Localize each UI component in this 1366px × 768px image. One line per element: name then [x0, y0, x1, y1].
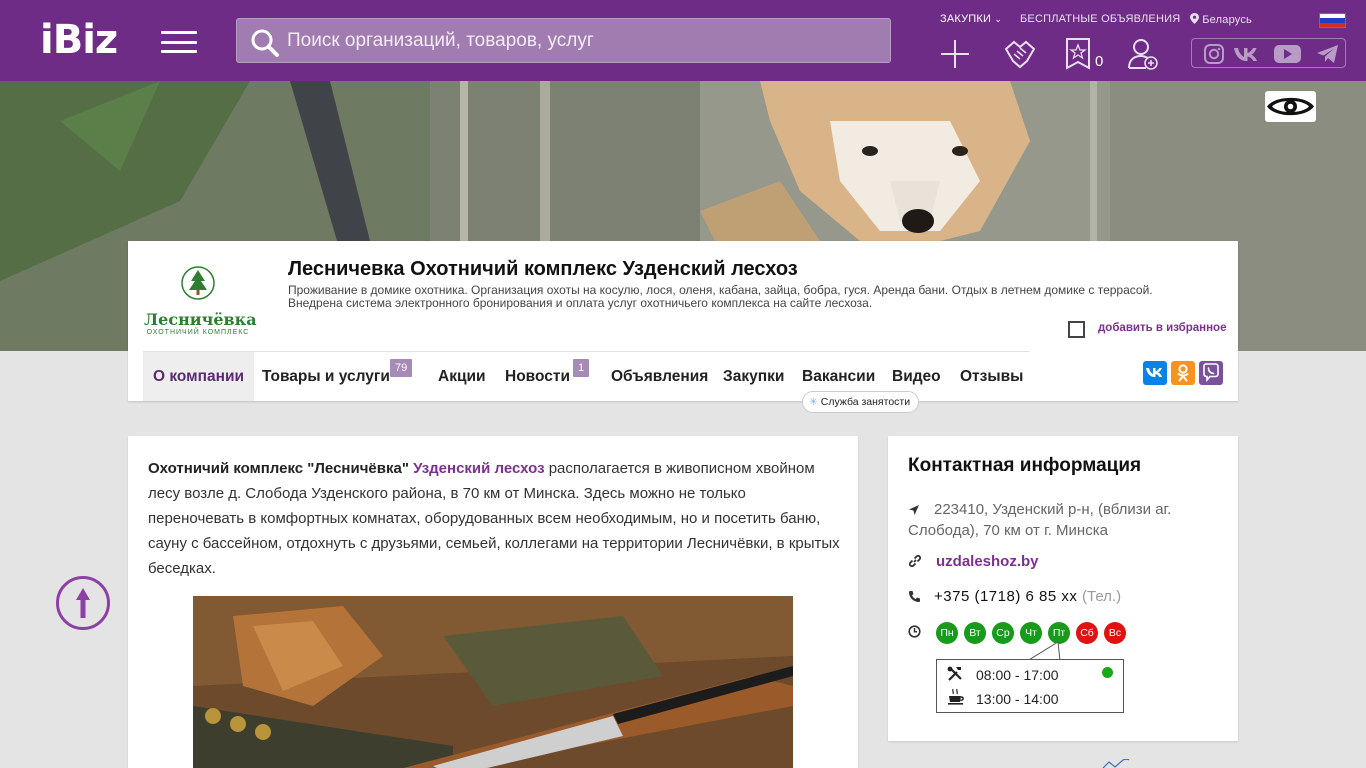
share-odnoklassniki-icon[interactable]	[1171, 361, 1195, 385]
day-thu: Чт	[1020, 622, 1042, 644]
company-logo-subtitle: ОХОТНИЧИЙ КОМПЛЕКС	[146, 329, 250, 336]
company-logo[interactable]: Лесничёвка ОХОТНИЧИЙ КОМПЛЕКС	[144, 255, 257, 351]
tab-reviews[interactable]: Отзывы	[960, 352, 1023, 401]
phone-icon	[909, 591, 920, 602]
contact-phone[interactable]: +375 (1718) 6 85 xx (Тел.)	[934, 588, 1121, 605]
about-paragraph: Охотничий комплекс "Лесничёвка" Узденски…	[148, 456, 843, 581]
search-box	[236, 18, 891, 63]
news-count-badge: 1	[573, 359, 590, 377]
arrow-up-icon	[76, 588, 90, 618]
tab-promotions[interactable]: Акции	[438, 352, 486, 401]
open-now-indicator	[1102, 667, 1113, 678]
purchases-link: ЗАКУПКИ	[940, 13, 992, 25]
company-card: Лесничёвка ОХОТНИЧИЙ КОМПЛЕКС Лесничевка…	[128, 241, 1238, 413]
user-add-icon[interactable]	[1127, 37, 1159, 71]
day-sun: Вс	[1104, 622, 1126, 644]
tab-purchases[interactable]: Закупки	[723, 352, 784, 401]
employment-service-badge[interactable]: ✳ Служба занятости	[802, 391, 920, 413]
about-paragraph-text: располагается в живописном хвойном лесу …	[148, 460, 840, 577]
day-wed: Ср	[992, 622, 1014, 644]
work-hours: 08:00 - 17:00	[976, 667, 1059, 683]
eye-icon	[1267, 97, 1314, 116]
products-count-badge: 79	[390, 359, 413, 377]
contact-address-text: 223410, Узденский р-н, (вблизи аг. Слобо…	[908, 501, 1172, 539]
purchases-dropdown[interactable]: ЗАКУПКИ ⌄	[940, 13, 1002, 25]
vk-icon[interactable]	[1232, 43, 1266, 65]
scroll-to-top-button[interactable]	[56, 576, 110, 630]
location-pin-icon	[1190, 13, 1199, 24]
coffee-cup-icon	[948, 688, 964, 705]
add-favorite-link[interactable]: добавить в избранное	[1098, 322, 1226, 334]
free-ads-link[interactable]: БЕСПЛАТНЫЕ ОБЪЯВЛЕНИЯ	[1020, 13, 1180, 25]
tab-products-services[interactable]: Товары и услуги	[262, 352, 390, 401]
working-hours-box: 08:00 - 17:00 13:00 - 14:00	[936, 659, 1124, 713]
share-vk-icon[interactable]	[1143, 361, 1167, 385]
contact-phone-type: (Тел.)	[1082, 588, 1122, 605]
day-mon: Пн	[936, 622, 958, 644]
share-viber-icon[interactable]	[1199, 361, 1223, 385]
youtube-icon[interactable]	[1273, 43, 1303, 65]
tab-news[interactable]: Новости	[505, 352, 570, 401]
add-favorite-checkbox[interactable]	[1068, 321, 1085, 338]
tab-about[interactable]: О компании	[143, 352, 255, 401]
social-links	[1191, 38, 1346, 68]
handshake-icon[interactable]	[1003, 37, 1037, 71]
tree-logo-icon	[181, 266, 215, 300]
sparkle-icon: ✳	[809, 396, 818, 408]
contact-info-panel: Контактная информация 223410, Узденский …	[888, 436, 1238, 741]
day-sat: Сб	[1076, 622, 1098, 644]
clock-icon	[908, 625, 921, 638]
company-description: Проживание в домике охотника. Организаци…	[288, 283, 1153, 310]
day-fri: Пт	[1048, 622, 1070, 644]
contact-website-link[interactable]: uzdaleshoz.by	[936, 553, 1039, 570]
link-icon	[908, 554, 922, 568]
location-arrow-icon	[909, 505, 919, 515]
search-input[interactable]	[287, 19, 877, 62]
region-label: Беларусь	[1202, 14, 1252, 26]
search-icon[interactable]	[250, 28, 280, 58]
break-hours: 13:00 - 14:00	[976, 691, 1059, 707]
favorites-bookmark-icon[interactable]	[1065, 37, 1091, 71]
contact-phone-number: +375 (1718) 6 85 xx	[934, 588, 1078, 605]
about-article: Охотничий комплекс "Лесничёвка" Узденски…	[128, 436, 858, 768]
decorative-squiggle-icon	[1102, 759, 1130, 768]
menu-burger-icon[interactable]	[161, 31, 197, 53]
language-flag-icon[interactable]	[1319, 13, 1346, 28]
hunting-gear-illustration	[193, 596, 793, 768]
region-selector[interactable]: Беларусь	[1190, 13, 1252, 26]
tools-icon	[947, 666, 962, 681]
tab-ads[interactable]: Объявления	[611, 352, 708, 401]
top-bar: iBiz ЗАКУПКИ ⌄ БЕСПЛАТНЫЕ ОБЪЯВЛЕНИЯ Бел…	[0, 0, 1366, 81]
telegram-icon[interactable]	[1316, 43, 1340, 65]
about-paragraph-lead: Охотничий комплекс "Лесничёвка"	[148, 460, 409, 477]
company-logo-name: Лесничёвка	[144, 310, 257, 329]
contact-address: 223410, Узденский р-н, (вблизи аг. Слобо…	[908, 499, 1218, 541]
instagram-icon[interactable]	[1203, 43, 1225, 65]
contact-title: Контактная информация	[908, 455, 1142, 476]
employment-service-label: Служба занятости	[820, 396, 911, 408]
site-logo[interactable]: iBiz	[40, 18, 118, 62]
accessibility-eye-button[interactable]	[1265, 91, 1316, 122]
leskhoz-link[interactable]: Узденский лесхоз	[413, 460, 544, 477]
company-title: Лесничевка Охотничий комплекс Узденский …	[288, 258, 798, 280]
hunting-gear-photo	[193, 596, 793, 768]
day-tue: Вт	[964, 622, 986, 644]
add-plus-icon[interactable]	[940, 37, 970, 71]
favorites-count: 0	[1095, 53, 1104, 70]
chevron-down-icon: ⌄	[994, 14, 1003, 24]
